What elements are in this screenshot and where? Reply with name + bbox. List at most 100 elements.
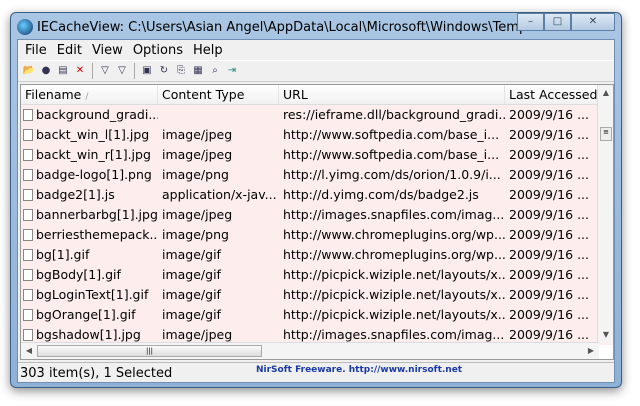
cell-last-accessed: 2009/9/16 ...: [509, 267, 589, 282]
scroll-thumb[interactable]: ≡: [600, 127, 612, 141]
cell-url: http://l.yimg.com/ds/orion/1.0.9/i...: [283, 167, 501, 182]
file-icon: [23, 269, 33, 281]
exit-icon[interactable]: ⇥: [225, 64, 239, 78]
horizontal-scrollbar[interactable]: ◀ ||| ▶: [21, 342, 599, 359]
filename-text: bgLoginText[1].gif: [36, 287, 149, 302]
file-icon: [23, 329, 33, 341]
table-row[interactable]: backt_win_r[1].jpg image/jpeg http://www…: [21, 145, 613, 165]
delete-icon[interactable]: ✕: [73, 64, 87, 78]
cell-filename: bgBody[1].gif: [21, 265, 158, 285]
table-row[interactable]: badge2[1].js application/x-jav... http:/…: [21, 185, 613, 205]
cell-url: http://www.chromeplugins.org/wp...: [283, 247, 505, 262]
cell-url: http://d.yimg.com/ds/badge2.js: [283, 187, 479, 202]
filename-text: bannerbarbg[1].jpg: [36, 207, 158, 222]
cache-list[interactable]: Filename / Content Type URL Last Accesse…: [20, 84, 614, 360]
nirsoft-link[interactable]: NirSoft Freeware. http://www.nirsoft.net: [256, 360, 462, 381]
cell-content-type: image/jpeg: [162, 127, 233, 142]
menu-help[interactable]: Help: [188, 43, 228, 58]
column-url[interactable]: URL: [279, 85, 505, 104]
scroll-right-icon[interactable]: ▶: [583, 343, 599, 359]
menu-bar: File Edit View Options Help: [18, 40, 614, 60]
scroll-down-icon[interactable]: ▼: [598, 327, 613, 343]
menu-options[interactable]: Options: [128, 43, 188, 58]
toolbar-separator: [134, 63, 135, 79]
cell-url: http://picpick.wiziple.net/layouts/x...: [283, 287, 505, 302]
cell-filename: backt_win_l[1].jpg: [21, 125, 158, 145]
cell-content-type: image/png: [162, 167, 229, 182]
toolbar-separator: [92, 63, 93, 79]
scroll-up-icon[interactable]: ▲: [598, 85, 613, 101]
cell-filename: badge-logo[1].png: [21, 165, 158, 185]
cell-last-accessed: 2009/9/16 ...: [509, 127, 589, 142]
table-row[interactable]: bg[1].gif image/gif http://www.chromeplu…: [21, 245, 613, 265]
cell-content-type: image/gif: [162, 247, 221, 262]
copy-files-icon[interactable]: ▤: [56, 64, 70, 78]
cell-last-accessed: 2009/9/16 ...: [509, 307, 589, 322]
vertical-scrollbar[interactable]: ▲ ≡ ▼: [597, 85, 613, 343]
filename-text: berriesthemepack...: [36, 227, 158, 242]
copy-icon[interactable]: ⎘: [174, 64, 188, 78]
toolbar: 📂 ● ▤ ✕ ▽ ▽ ▣ ↻ ⎘ ▦ ⌕ ⇥: [18, 60, 614, 82]
cell-url: http://www.softpedia.com/base_i...: [283, 147, 500, 162]
cell-url: http://picpick.wiziple.net/layouts/x...: [283, 307, 505, 322]
cell-filename: bannerbarbg[1].jpg: [21, 205, 158, 225]
table-row[interactable]: bgBody[1].gif image/gif http://picpick.w…: [21, 265, 613, 285]
minimize-button[interactable]: –: [517, 13, 544, 31]
filename-text: bg[1].gif: [36, 247, 90, 262]
file-icon: [23, 109, 33, 121]
cell-content-type: image/gif: [162, 307, 221, 322]
table-row[interactable]: bannerbarbg[1].jpg image/jpeg http://ima…: [21, 205, 613, 225]
filename-text: background_gradi...: [36, 107, 158, 122]
menu-view[interactable]: View: [87, 43, 128, 58]
filter-icon[interactable]: ▽: [98, 64, 112, 78]
table-row[interactable]: backt_win_l[1].jpg image/jpeg http://www…: [21, 125, 613, 145]
cell-content-type: image/jpeg: [162, 207, 233, 222]
filename-text: backt_win_r[1].jpg: [36, 147, 151, 162]
refresh-icon[interactable]: ↻: [157, 64, 171, 78]
open-folder-icon[interactable]: 📂: [22, 64, 36, 78]
filter-off-icon[interactable]: ▽: [115, 64, 129, 78]
file-icon: [23, 169, 33, 181]
close-button[interactable]: ✕: [571, 13, 615, 31]
table-row[interactable]: bgLoginText[1].gif image/gif http://picp…: [21, 285, 613, 305]
table-row[interactable]: background_gradi... res://ieframe.dll/ba…: [21, 105, 613, 125]
cell-url: res://ieframe.dll/background_gradi...: [283, 107, 505, 122]
column-filename[interactable]: Filename /: [21, 85, 158, 104]
file-icon: [23, 209, 33, 221]
properties-icon[interactable]: ▦: [191, 64, 205, 78]
table-row[interactable]: badge-logo[1].png image/png http://l.yim…: [21, 165, 613, 185]
menu-file[interactable]: File: [20, 43, 52, 58]
column-last-accessed[interactable]: Last Accessed: [505, 85, 598, 104]
status-bar: 303 item(s), 1 Selected NirSoft Freeware…: [18, 362, 614, 383]
cell-url: http://picpick.wiziple.net/layouts/x...: [283, 267, 505, 282]
filename-text: bgOrange[1].gif: [36, 307, 136, 322]
menu-edit[interactable]: Edit: [52, 43, 87, 58]
sort-indicator-icon: /: [85, 92, 89, 102]
scroll-left-icon[interactable]: ◀: [21, 343, 37, 359]
filename-text: backt_win_l[1].jpg: [36, 127, 150, 142]
cell-url: http://www.chromeplugins.org/wp...: [283, 227, 505, 242]
cell-filename: background_gradi...: [21, 105, 158, 125]
column-content-type[interactable]: Content Type: [158, 85, 279, 104]
globe-icon[interactable]: ●: [39, 64, 53, 78]
filename-text: badge-logo[1].png: [36, 167, 152, 182]
cell-last-accessed: 2009/9/16 ...: [509, 167, 589, 182]
save-icon[interactable]: ▣: [140, 64, 154, 78]
file-icon: [23, 289, 33, 301]
cell-last-accessed: 2009/9/16 ...: [509, 107, 589, 122]
find-icon[interactable]: ⌕: [208, 64, 222, 78]
cell-content-type: image/png: [162, 227, 229, 242]
window-title: IECacheView: C:\Users\Asian Angel\AppDat…: [37, 19, 540, 35]
cell-last-accessed: 2009/9/16 ...: [509, 147, 589, 162]
cell-content-type: image/gif: [162, 287, 221, 302]
list-header: Filename / Content Type URL Last Accesse…: [21, 85, 613, 105]
cell-filename: backt_win_r[1].jpg: [21, 145, 158, 165]
scroll-thumb-horizontal[interactable]: |||: [37, 345, 262, 357]
table-row[interactable]: berriesthemepack... image/png http://www…: [21, 225, 613, 245]
cell-content-type: [158, 105, 279, 125]
maximize-button[interactable]: □: [544, 13, 571, 31]
app-window: IECacheView: C:\Users\Asian Angel\AppDat…: [10, 12, 622, 388]
cell-last-accessed: 2009/9/16 ...: [509, 247, 589, 262]
table-row[interactable]: bgOrange[1].gif image/gif http://picpick…: [21, 305, 613, 325]
cell-filename: badge2[1].js: [21, 185, 158, 205]
